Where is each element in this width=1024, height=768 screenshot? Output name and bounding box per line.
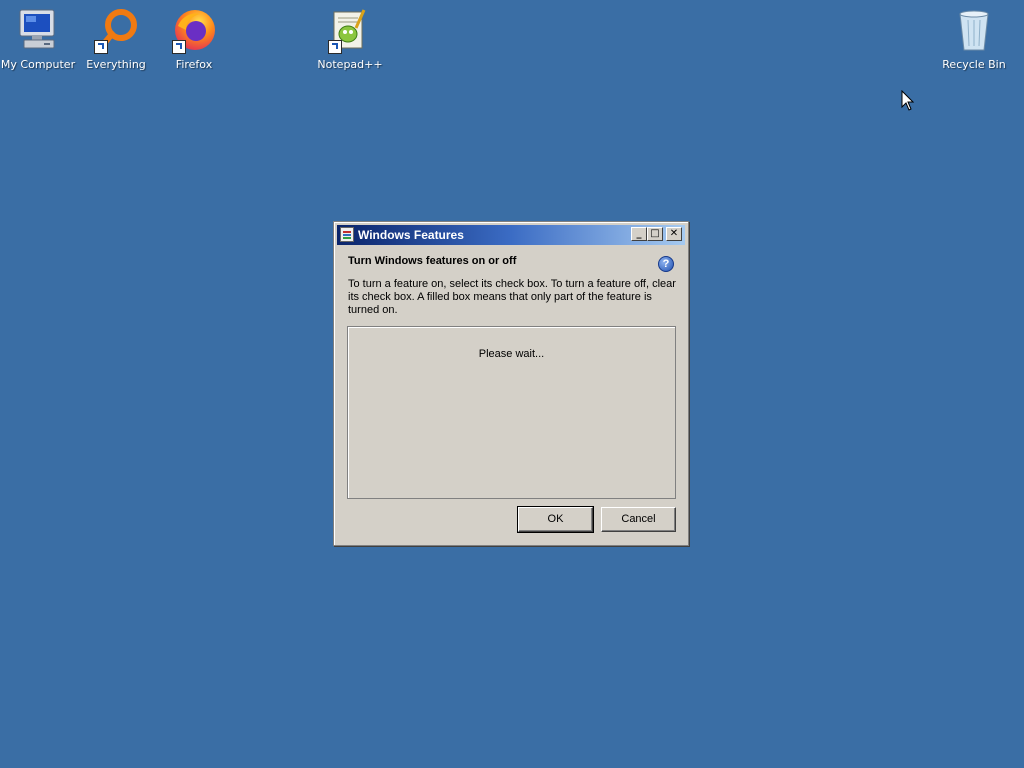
windows-features-icon — [340, 227, 354, 242]
windows-features-dialog: Windows Features _ □ ✕ Turn Windows feat… — [333, 221, 689, 546]
maximize-button[interactable]: □ — [647, 227, 663, 241]
everything-search-icon — [92, 6, 140, 54]
notepadpp-icon — [326, 6, 374, 54]
ok-button[interactable]: OK — [517, 506, 594, 533]
dialog-title: Windows Features — [358, 228, 464, 242]
my-computer-icon — [14, 6, 62, 54]
desktop-icon-everything[interactable]: Everything — [76, 0, 156, 71]
shortcut-arrow-icon — [328, 40, 342, 54]
shortcut-arrow-icon — [172, 40, 186, 54]
desktop-icon-label: My Computer — [0, 58, 76, 71]
dialog-titlebar[interactable]: Windows Features _ □ ✕ — [337, 225, 685, 245]
desktop-icon-my-computer[interactable]: My Computer — [0, 0, 78, 71]
help-icon[interactable]: ? — [658, 256, 674, 272]
cancel-button[interactable]: Cancel — [601, 507, 676, 532]
close-button[interactable]: ✕ — [666, 227, 682, 241]
dialog-heading: Turn Windows features on or off — [348, 255, 517, 267]
desktop-icon-notepadpp[interactable]: Notepad++ — [310, 0, 390, 71]
desktop-icon-label: Recycle Bin — [942, 58, 1006, 71]
desktop-icon-recycle-bin[interactable]: Recycle Bin — [934, 0, 1014, 71]
desktop-icon-label: Firefox — [175, 58, 213, 71]
recycle-bin-icon — [950, 6, 998, 54]
desktop-icon-label: Notepad++ — [317, 58, 383, 71]
dialog-description: To turn a feature on, select its check b… — [348, 278, 676, 316]
minimize-button[interactable]: _ — [631, 227, 647, 241]
desktop-icon-firefox[interactable]: Firefox — [154, 0, 234, 71]
feature-tree-list[interactable]: Please wait... — [347, 326, 676, 499]
loading-status: Please wait... — [478, 348, 545, 360]
shortcut-arrow-icon — [94, 40, 108, 54]
desktop-icon-label: Everything — [86, 58, 146, 71]
firefox-icon — [170, 6, 218, 54]
mouse-cursor-icon — [901, 90, 915, 111]
